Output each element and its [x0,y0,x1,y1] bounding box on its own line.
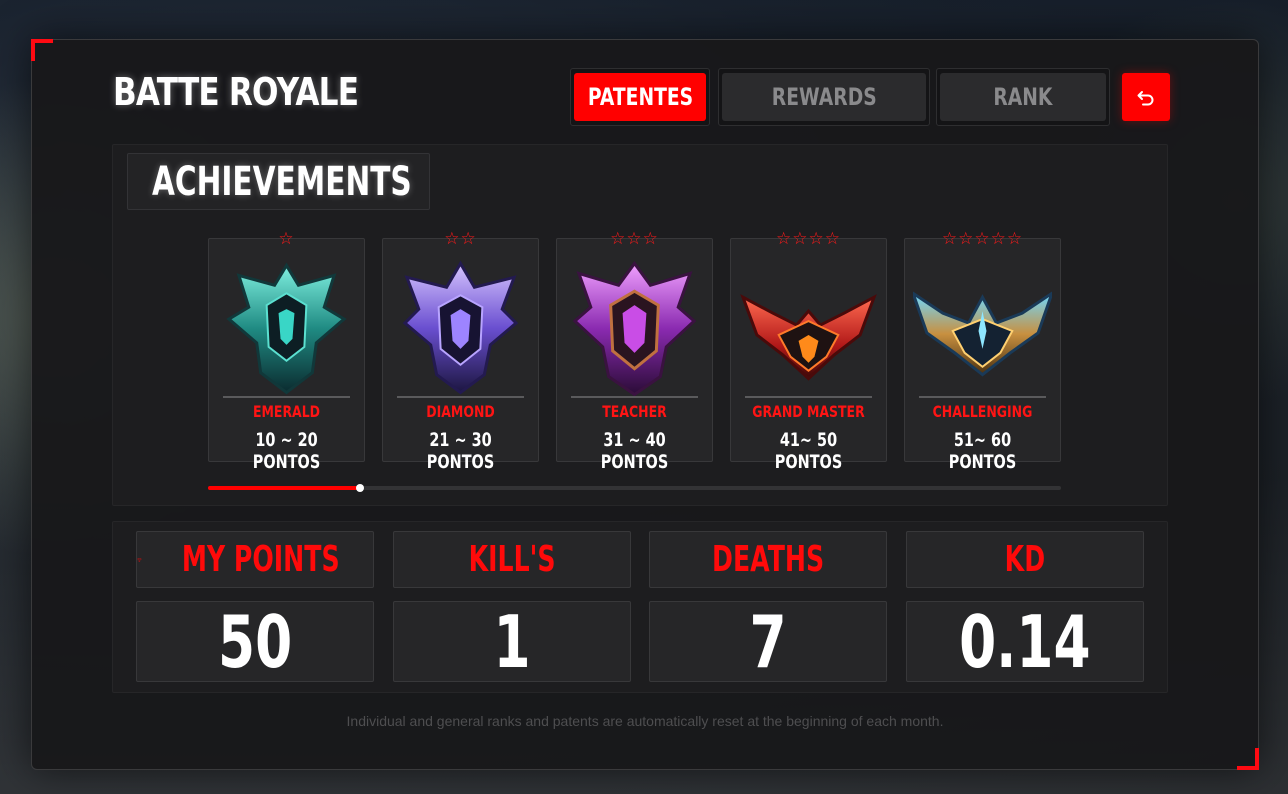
card-divider [397,396,524,398]
achievements-title: ACHIEVEMENTS [152,158,412,205]
tab-patentes[interactable]: PATENTES [574,73,706,121]
stat-value-kd: 0.14 [906,601,1144,682]
rank-points: 41~ 50 PONTOS [774,429,843,473]
tab-rewards[interactable]: REWARDS [722,73,926,121]
stat-header-my-points: MY POINTS [136,531,374,588]
rank-stars: ☆☆☆☆☆ [941,229,1024,248]
rank-stars: ☆☆☆☆ [776,229,841,248]
achievements-header: ACHIEVEMENTS [127,153,430,210]
card-divider [223,396,350,398]
stat-label: KD [1004,539,1046,580]
card-divider [745,396,872,398]
back-button[interactable] [1122,73,1170,121]
card-divider [919,396,1046,398]
rank-card-grand-master[interactable]: ☆☆☆☆ GRAND MASTER 41~ 50 PONTOS [730,229,887,473]
stat-label: DEATHS [711,539,825,580]
rank-name: DIAMOND [426,402,495,421]
teacher-emblem-icon [572,260,697,397]
tab-rank-label: RANK [993,83,1053,111]
stat-label: KILL'S [468,539,556,580]
stat-value-kills: 1 [393,601,631,682]
rank-card-emerald[interactable]: ☆ EMERALD 10 ~ 20 PONTOS [208,229,365,473]
tab-rank-frame: RANK [936,68,1110,126]
stat-label: MY POINTS [181,539,340,580]
rank-points: 21 ~ 30 PONTOS [426,429,495,473]
tab-patentes-label: PATENTES [587,83,693,111]
rank-name: GRAND MASTER [752,402,865,421]
stat-header-kd: KD [906,531,1144,588]
corner-accent-bottom-right [1237,748,1259,770]
challenging-emblem-icon [913,291,1052,377]
rank-name: CHALLENGING [932,402,1033,421]
rank-card-diamond[interactable]: ☆☆ DIAMOND 21 ~ 30 PONTOS [382,229,539,473]
rank-points: 10 ~ 20 PONTOS [252,429,321,473]
stat-value-my-points: 50 [136,601,374,682]
reset-notice: Individual and general ranks and patents… [346,713,944,729]
card-divider [571,396,698,398]
rank-card-teacher[interactable]: ☆☆☆ TEACHER 31 ~ 40 PONTOS [556,229,713,473]
diamond-emblem-icon [402,260,519,395]
rank-stars: ☆☆ [444,229,477,248]
emerald-emblem-icon [226,262,347,395]
rank-card-challenging[interactable]: ☆☆☆☆☆ CHALLENGING 51~ 60 PONTOS [904,229,1061,473]
rank-stars: ☆☆☆ [610,229,659,248]
return-arrow-icon [1137,91,1154,106]
rank-name: TEACHER [602,402,667,421]
stat-value: 50 [217,599,293,684]
rank-points: 51~ 60 PONTOS [948,429,1017,473]
stat-value: 1 [493,599,531,684]
stat-value: 0.14 [959,599,1091,684]
tab-rank[interactable]: RANK [940,73,1106,121]
tab-rewards-label: REWARDS [771,83,877,111]
rank-progress-bar [208,484,1061,492]
rank-name: EMERALD [252,402,321,421]
stat-header-kills: KILL'S [393,531,631,588]
stat-value: 7 [749,599,787,684]
trophy-icon [137,557,142,562]
rank-progress-knob [355,484,364,492]
rank-points: 31 ~ 40 PONTOS [600,429,669,473]
corner-accent-top-left [31,39,53,61]
stat-value-deaths: 7 [649,601,887,682]
stat-header-deaths: DEATHS [649,531,887,588]
page-title: BATTE ROYALE [113,70,359,114]
rank-progress-fill [208,486,360,490]
tab-patentes-frame: PATENTES [570,68,710,126]
rank-stars: ☆ [278,229,295,248]
tab-rewards-frame: REWARDS [718,68,930,126]
grand-master-emblem-icon [740,294,877,381]
